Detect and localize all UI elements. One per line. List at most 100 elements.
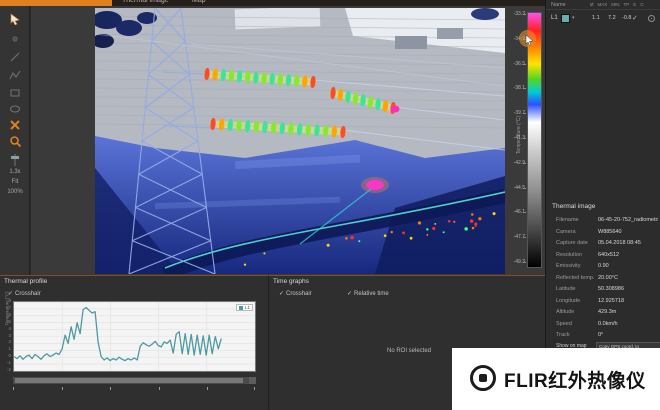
y-tick-label: 4 — [2, 326, 11, 331]
roi-column-header: Ø — [590, 2, 594, 7]
hotspot — [366, 180, 384, 190]
metadata-value: 50.308986 — [598, 286, 658, 292]
x-tick-mark — [207, 387, 208, 390]
roi-table-row[interactable]: L1 ▾ 1.1 7.2 -0.8 ✓ — [546, 12, 660, 25]
roi-column-header: E — [633, 2, 636, 7]
scale-tick-label: -46.1 — [501, 209, 525, 215]
metadata-row: Track0° — [546, 330, 660, 342]
scale-tick-mark — [523, 138, 526, 139]
metadata-row: Latitude50.308986 — [546, 284, 660, 296]
zoom-tool-icon[interactable] — [7, 134, 23, 148]
metadata-label: Reflected temp. — [556, 275, 595, 281]
time-crosshair-checkbox[interactable]: ✓Crosshair — [279, 290, 312, 297]
check-icon: ✓ — [347, 291, 352, 297]
scale-tick-mark — [523, 212, 526, 213]
tab-map[interactable]: Map — [192, 0, 206, 4]
metadata-label: Resolution — [556, 252, 582, 258]
scale-tick-mark — [523, 163, 526, 164]
y-tick-label: 1 — [2, 346, 11, 351]
x-tick-mark — [254, 387, 255, 390]
x-tick-mark — [110, 387, 111, 390]
scale-tick-label: -38.1 — [501, 85, 525, 91]
roi-name-header: Name — [551, 2, 566, 8]
legend-swatch — [239, 306, 243, 310]
rectangle-tool-icon[interactable] — [7, 86, 23, 100]
roi-column-header: MIN — [611, 2, 619, 7]
metadata-label: Capture date — [556, 240, 588, 246]
scale-tick-mark — [523, 237, 526, 238]
metadata-list: Filename06-45-20-752_radiometric.jpgCame… — [546, 215, 660, 342]
scale-tick-mark — [523, 88, 526, 89]
scale-tick-label: -39.7 — [501, 110, 525, 116]
thermal-profile-panel: Thermal profile ✓Crosshair Temperature [… — [0, 275, 268, 410]
metadata-row: Reflected temp.20.00°C — [546, 273, 660, 285]
watermark-banner: FLIR红外热像仪 — [452, 348, 660, 410]
metadata-value: 20.00°C — [598, 275, 658, 281]
metadata-value: 06-45-20-752_radiometric.jpg — [598, 217, 658, 223]
app-window: Thermal image Map 1.3x Fit 100% — [0, 0, 660, 410]
chart-scrollbar[interactable] — [13, 377, 256, 384]
scale-tick-label: -36.5 — [501, 61, 525, 67]
scrollbar-thumb[interactable] — [15, 378, 243, 383]
roi-avg-value: 1.1 — [592, 15, 600, 21]
roi-color-swatch[interactable] — [561, 14, 570, 23]
x-tick-mark — [13, 387, 14, 390]
metadata-row: Speed0.0km/h — [546, 319, 660, 331]
zoom-percent-label: 100% — [0, 189, 30, 195]
roi-visible-check-icon[interactable]: ✓ — [632, 14, 638, 22]
point-tool-icon[interactable] — [7, 32, 23, 46]
roi-column-header: C — [640, 2, 643, 7]
y-tick-label: -1 — [2, 360, 11, 365]
metadata-label: Filename — [556, 217, 579, 223]
scale-tick-label: -42.9 — [501, 160, 525, 166]
image-workspace: Temperature (°C) -33.3-34.9-36.5-38.1-39… — [31, 6, 545, 275]
roi-column-header: TP — [624, 2, 630, 7]
scrollbar-arrow-button[interactable] — [249, 377, 256, 384]
y-tick-label: 8 — [2, 298, 11, 303]
scale-tick-mark — [523, 113, 526, 114]
metadata-label: Longitude — [556, 298, 580, 304]
roi-name: L1 — [551, 15, 558, 21]
polyline-tool-icon[interactable] — [7, 68, 23, 82]
metadata-label: Emissivity — [556, 263, 580, 269]
scale-tick-mark — [523, 14, 526, 15]
y-tick-label: 7 — [2, 305, 11, 310]
flir-logo-icon — [470, 365, 496, 391]
scale-tick-label: -44.5 — [501, 185, 525, 191]
metadata-value: 429.3m — [598, 309, 658, 315]
mouse-cursor-icon — [525, 35, 535, 46]
line-tool-icon[interactable] — [7, 50, 23, 64]
y-tick-label: -2 — [2, 367, 11, 372]
roi-settings-icon[interactable] — [648, 15, 655, 22]
relative-time-checkbox[interactable]: ✓Relative time — [347, 290, 389, 297]
ellipse-tool-icon[interactable] — [7, 102, 23, 116]
zoom-slider-knob[interactable] — [11, 156, 19, 159]
tab-thermal-image[interactable]: Thermal image — [122, 0, 169, 4]
profile-crosshair-checkbox[interactable]: ✓Crosshair — [8, 290, 41, 297]
delete-roi-icon[interactable] — [7, 118, 23, 132]
y-tick-label: 0 — [2, 353, 11, 358]
chevron-down-icon[interactable]: ▾ — [572, 15, 575, 21]
metadata-value: 0.90 — [598, 263, 658, 269]
metadata-row: Filename 06-45-20-752_radiometric.jpg — [546, 215, 660, 227]
legend-label: L1 — [245, 305, 250, 310]
palette-bar[interactable] — [527, 12, 542, 268]
x-tick-mark — [159, 387, 160, 390]
y-tick-label: 5 — [2, 319, 11, 324]
y-tick-label: 2 — [2, 339, 11, 344]
y-tick-label: 6 — [2, 312, 11, 317]
cursor-tool-icon[interactable] — [7, 12, 23, 26]
profile-chart[interactable]: L1 — [13, 301, 256, 372]
no-roi-message: No ROI selected — [387, 348, 431, 354]
fit-button[interactable]: Fit — [0, 179, 30, 185]
zoom-slider[interactable] — [14, 154, 16, 166]
metadata-value: 12.925718 — [598, 298, 658, 304]
tool-sidebar: 1.3x Fit 100% — [0, 6, 30, 275]
time-graphs-title: Time graphs — [273, 278, 309, 285]
roi-max-value: 7.2 — [608, 15, 616, 21]
chart-legend: L1 — [236, 304, 253, 311]
roi-column-header: MAX — [598, 2, 608, 7]
thermal-image[interactable] — [95, 8, 505, 274]
metadata-row: Longitude 12.925718 — [546, 296, 660, 308]
scale-tick-mark — [523, 64, 526, 65]
